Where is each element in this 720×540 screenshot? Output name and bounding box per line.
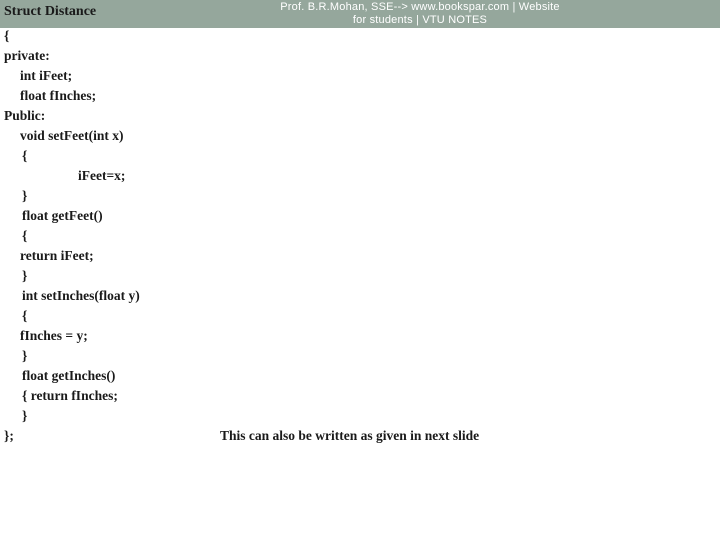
code-line: float fInches;: [20, 88, 97, 103]
code-line: return iFeet;: [20, 248, 94, 263]
code-line: }: [22, 348, 28, 363]
code-line: {: [22, 308, 28, 323]
code-block: { private: int iFeet; float fInches; Public:…: [0, 26, 720, 446]
code-line: {: [22, 148, 28, 163]
code-line: }: [22, 408, 28, 423]
code-line: void setFeet(int x): [20, 128, 124, 143]
code-line: { return fInches;: [22, 388, 118, 403]
code-line: }: [22, 268, 28, 283]
code-line: }: [22, 188, 28, 203]
code-line: fInches = y;: [20, 328, 88, 343]
code-line: int setInches(float y): [22, 288, 140, 303]
code-line: int iFeet;: [20, 68, 73, 83]
code-line: float getInches(): [22, 368, 116, 383]
code-line: Public:: [4, 108, 46, 123]
slide-canvas: Prof. B.R.Mohan, SSE--> www.bookspar.com…: [0, 0, 720, 540]
code-line: private:: [4, 48, 50, 63]
footer-note: This can also be written as given in nex…: [220, 428, 480, 443]
code-line: iFeet=x;: [78, 168, 126, 183]
page-title: Struct Distance: [4, 4, 97, 19]
watermark-text: Prof. B.R.Mohan, SSE--> www.bookspar.com…: [280, 1, 560, 26]
code-line: {: [22, 228, 28, 243]
code-line: float getFeet(): [22, 208, 103, 223]
code-line: {: [4, 28, 10, 43]
